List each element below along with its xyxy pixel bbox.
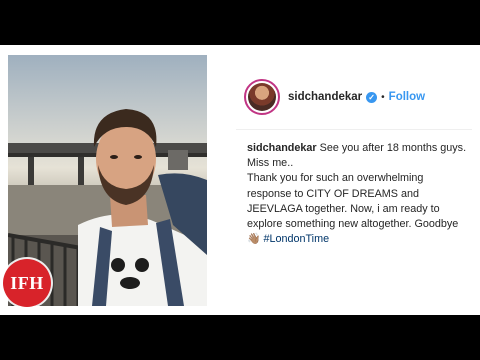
verified-badge-icon: ✓ [366, 91, 378, 103]
avatar[interactable] [244, 79, 280, 115]
username-link[interactable]: sidchandekar [288, 91, 362, 103]
post-header: sidchandekar ✓ • Follow [244, 77, 474, 117]
post-caption: sidchandekar See you after 18 months guy… [247, 141, 469, 247]
hashtag-link[interactable]: #LondonTime [263, 233, 329, 245]
instagram-post-card: IFH sidchandekar ✓ • Follow sidchandekar… [0, 45, 480, 315]
wave-emoji: 👋🏽 [247, 233, 261, 246]
header-divider [236, 129, 472, 130]
caption-line2: Thank you for such an overwhelming respo… [247, 172, 459, 231]
caption-username-link[interactable]: sidchandekar [247, 142, 317, 154]
separator-dot: • [381, 91, 385, 103]
ifh-logo-watermark: IFH [3, 259, 51, 307]
follow-button[interactable]: Follow [389, 91, 425, 103]
